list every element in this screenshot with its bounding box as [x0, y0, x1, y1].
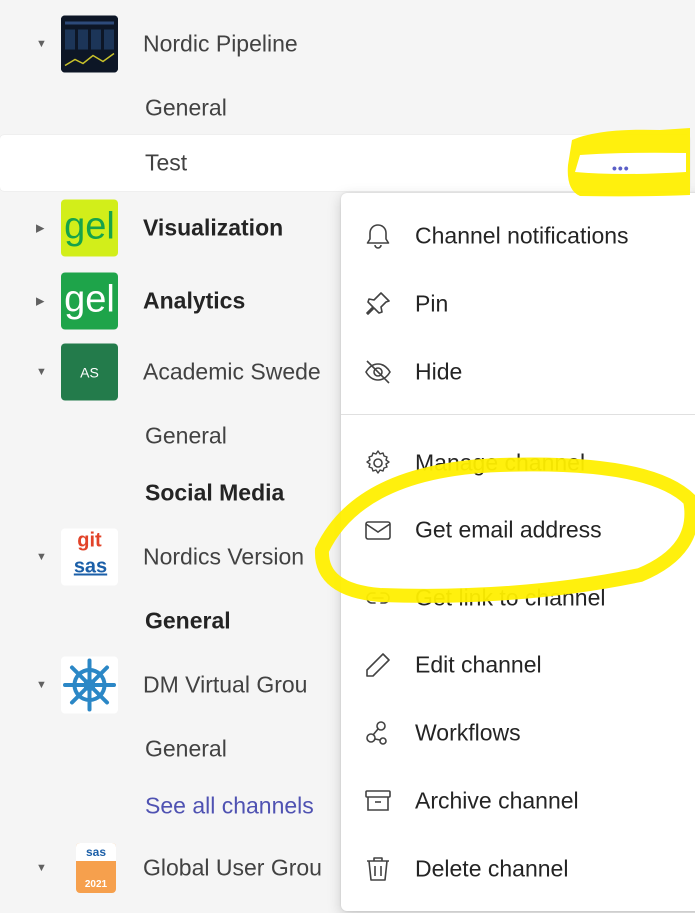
menu-item-label: Pin: [415, 290, 449, 317]
menu-item-workflows[interactable]: Workflows: [341, 701, 695, 765]
menu-item-label: Edit channel: [415, 651, 542, 678]
pencil-icon: [366, 653, 390, 677]
channel-label[interactable]: General: [145, 95, 227, 122]
pin-icon: [366, 292, 390, 315]
ship-wheel-icon: [63, 658, 116, 712]
team-name[interactable]: Nordic Pipeline: [143, 31, 298, 58]
channel-label[interactable]: General: [145, 736, 227, 763]
menu-item-label: Hide: [415, 358, 463, 385]
chevron-down-icon[interactable]: ▼: [36, 38, 47, 50]
menu-item-get-link-to-channel[interactable]: Get link to channel: [341, 566, 695, 630]
menu-item-label: Channel notifications: [415, 222, 629, 249]
team-name[interactable]: Global User Grou: [143, 855, 322, 882]
team-row-nordic-pipeline[interactable]: ▼ Nordic Pipeline: [0, 14, 695, 74]
channel-row-general[interactable]: General: [0, 78, 695, 138]
chevron-down-icon[interactable]: ▼: [36, 551, 47, 563]
menu-item-label: Get link to channel: [415, 584, 606, 611]
menu-item-archive-channel[interactable]: Archive channel: [341, 769, 695, 833]
link-icon: [366, 592, 390, 604]
eye-off-icon: [365, 360, 391, 384]
archive-icon: [365, 790, 391, 811]
workflow-icon: [366, 721, 387, 745]
menu-item-label: Get email address: [415, 516, 602, 543]
channel-row-test[interactable]: Test: [0, 135, 695, 191]
channel-context-menu: Channel notifications Pin Hide Manage ch…: [341, 193, 695, 911]
menu-divider: [341, 414, 695, 415]
menu-item-channel-notifications[interactable]: Channel notifications: [341, 204, 695, 268]
team-avatar-as: AS: [61, 343, 118, 401]
avatar-text: AS: [80, 364, 99, 380]
menu-item-label: Archive channel: [415, 787, 579, 814]
gear-icon: [366, 450, 390, 474]
avatar-text: gel: [64, 278, 115, 320]
menu-item-pin[interactable]: Pin: [341, 272, 695, 336]
trash-icon: [367, 857, 389, 881]
channel-label[interactable]: General: [145, 608, 231, 635]
chevron-right-icon[interactable]: ▶: [36, 295, 44, 308]
team-avatar-dm: [61, 656, 118, 714]
team-avatar-gel: gel: [61, 272, 118, 330]
see-all-channels-label[interactable]: See all channels: [145, 793, 314, 820]
mail-icon: [365, 521, 391, 540]
bell-icon: [366, 224, 390, 249]
menu-item-manage-channel[interactable]: Manage channel: [341, 431, 695, 495]
sas-logo-text: sas: [73, 555, 108, 578]
team-avatar-sas-users: sas 2021: [76, 843, 116, 893]
channel-label[interactable]: Social Media: [145, 480, 284, 507]
chevron-down-icon[interactable]: ▼: [36, 679, 47, 691]
chevron-right-icon[interactable]: ▶: [36, 222, 44, 235]
menu-item-label: Delete channel: [415, 855, 569, 882]
team-avatar-gel: gel: [61, 199, 118, 257]
menu-item-label: Workflows: [415, 719, 521, 746]
team-name[interactable]: DM Virtual Grou: [143, 672, 307, 699]
menu-item-edit-channel[interactable]: Edit channel: [341, 633, 695, 697]
team-name[interactable]: Analytics: [143, 288, 245, 315]
team-avatar-git-sas: git sas: [61, 528, 118, 586]
avatar-text: gel: [64, 205, 115, 247]
sas-logo-text: sas: [85, 845, 107, 859]
badge-year: 2021: [84, 879, 108, 890]
chevron-down-icon[interactable]: ▼: [36, 366, 47, 378]
channel-label[interactable]: General: [145, 423, 227, 450]
menu-item-label: Manage channel: [415, 449, 586, 476]
chevron-down-icon[interactable]: ▼: [36, 862, 47, 874]
dashboard-thumbnail-icon: [61, 15, 118, 73]
more-options-button[interactable]: •••: [612, 160, 630, 176]
menu-item-delete-channel[interactable]: Delete channel: [341, 837, 695, 901]
team-name[interactable]: Academic Swede: [143, 359, 321, 386]
menu-item-get-email-address[interactable]: Get email address: [341, 498, 695, 562]
team-name[interactable]: Nordics Version: [143, 544, 304, 571]
team-avatar-nordic-pipeline: [61, 15, 118, 73]
menu-item-hide[interactable]: Hide: [341, 340, 695, 404]
git-logo-text: git: [77, 529, 102, 552]
team-name[interactable]: Visualization: [143, 215, 283, 242]
channel-label[interactable]: Test: [145, 150, 187, 177]
